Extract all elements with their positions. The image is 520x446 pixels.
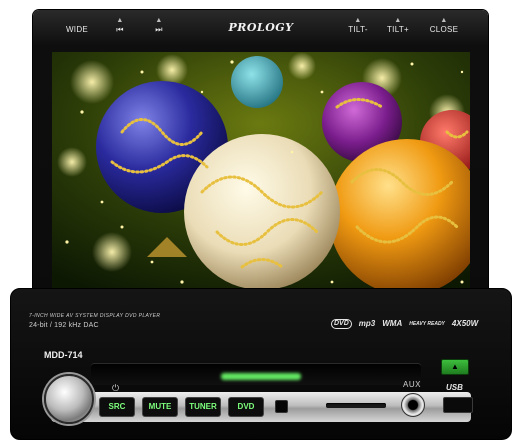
display-screen[interactable] xyxy=(52,52,470,292)
usb-port[interactable] xyxy=(443,397,473,413)
aux-input-jack[interactable] xyxy=(401,393,425,417)
dac-spec: 24-bit / 192 kHz DAC xyxy=(29,322,99,329)
volume-knob[interactable] xyxy=(44,374,94,424)
dvd-button[interactable]: DVD xyxy=(228,397,264,417)
heavy-ready-logo: HEAVY READY xyxy=(409,320,445,327)
next-track-button[interactable]: ▲ ⏭ xyxy=(150,16,168,34)
ir-sensor xyxy=(275,400,288,413)
tuner-button[interactable]: TUNER xyxy=(185,397,221,417)
head-unit-faceplate: 7-INCH WIDE AV SYSTEM DISPLAY DVD PLAYER… xyxy=(10,288,512,440)
format-logos: DVD mp3 WMA HEAVY READY 4X50W xyxy=(331,315,478,333)
brand-logo: PROLOGY xyxy=(228,21,294,34)
eject-button[interactable]: ▲ xyxy=(441,359,469,375)
dvd-logo: DVD xyxy=(331,319,352,329)
wma-logo: WMA xyxy=(382,319,403,328)
monitor-top-bar: WIDE ▲ ⏮ ▲ ⏭ PROLOGY ▲ TILT- ▲ TILT+ ▲ C… xyxy=(33,10,488,50)
aux-label: AUX xyxy=(403,380,421,389)
flip-out-monitor: WIDE ▲ ⏮ ▲ ⏭ PROLOGY ▲ TILT- ▲ TILT+ ▲ C… xyxy=(33,10,488,310)
previous-track-icon: ⏮ xyxy=(116,25,124,34)
eject-icon: ▲ xyxy=(451,362,459,371)
power-rating-logo: 4X50W xyxy=(451,319,479,328)
disc-slot-light xyxy=(221,373,301,380)
mute-button[interactable]: MUTE xyxy=(142,397,178,417)
next-track-icon: ⏭ xyxy=(155,25,163,34)
src-button[interactable]: SRC xyxy=(99,397,135,417)
sd-card-slot[interactable] xyxy=(326,403,386,408)
tilt-plus-button[interactable]: ▲ TILT+ xyxy=(383,16,413,34)
wide-button[interactable]: WIDE xyxy=(63,16,91,34)
christmas-ornaments-image xyxy=(52,52,470,292)
close-button[interactable]: ▲ CLOSE xyxy=(427,16,461,34)
usb-logo: USB xyxy=(446,383,463,392)
tilt-minus-button[interactable]: ▲ TILT- xyxy=(343,16,373,34)
product-description: 7-INCH WIDE AV SYSTEM DISPLAY DVD PLAYER xyxy=(29,313,161,319)
previous-track-button[interactable]: ▲ ⏮ xyxy=(111,16,129,34)
car-dvd-head-unit: WIDE ▲ ⏮ ▲ ⏭ PROLOGY ▲ TILT- ▲ TILT+ ▲ C… xyxy=(0,0,520,446)
model-label: MDD-714 xyxy=(44,350,83,360)
mp3-logo: mp3 xyxy=(358,319,376,328)
